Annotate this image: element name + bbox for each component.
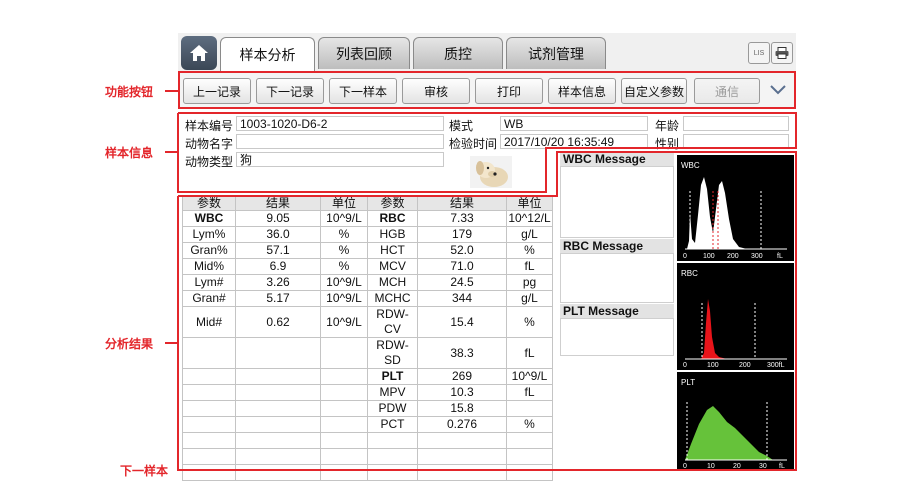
analysis-results-highlight [177,151,797,471]
